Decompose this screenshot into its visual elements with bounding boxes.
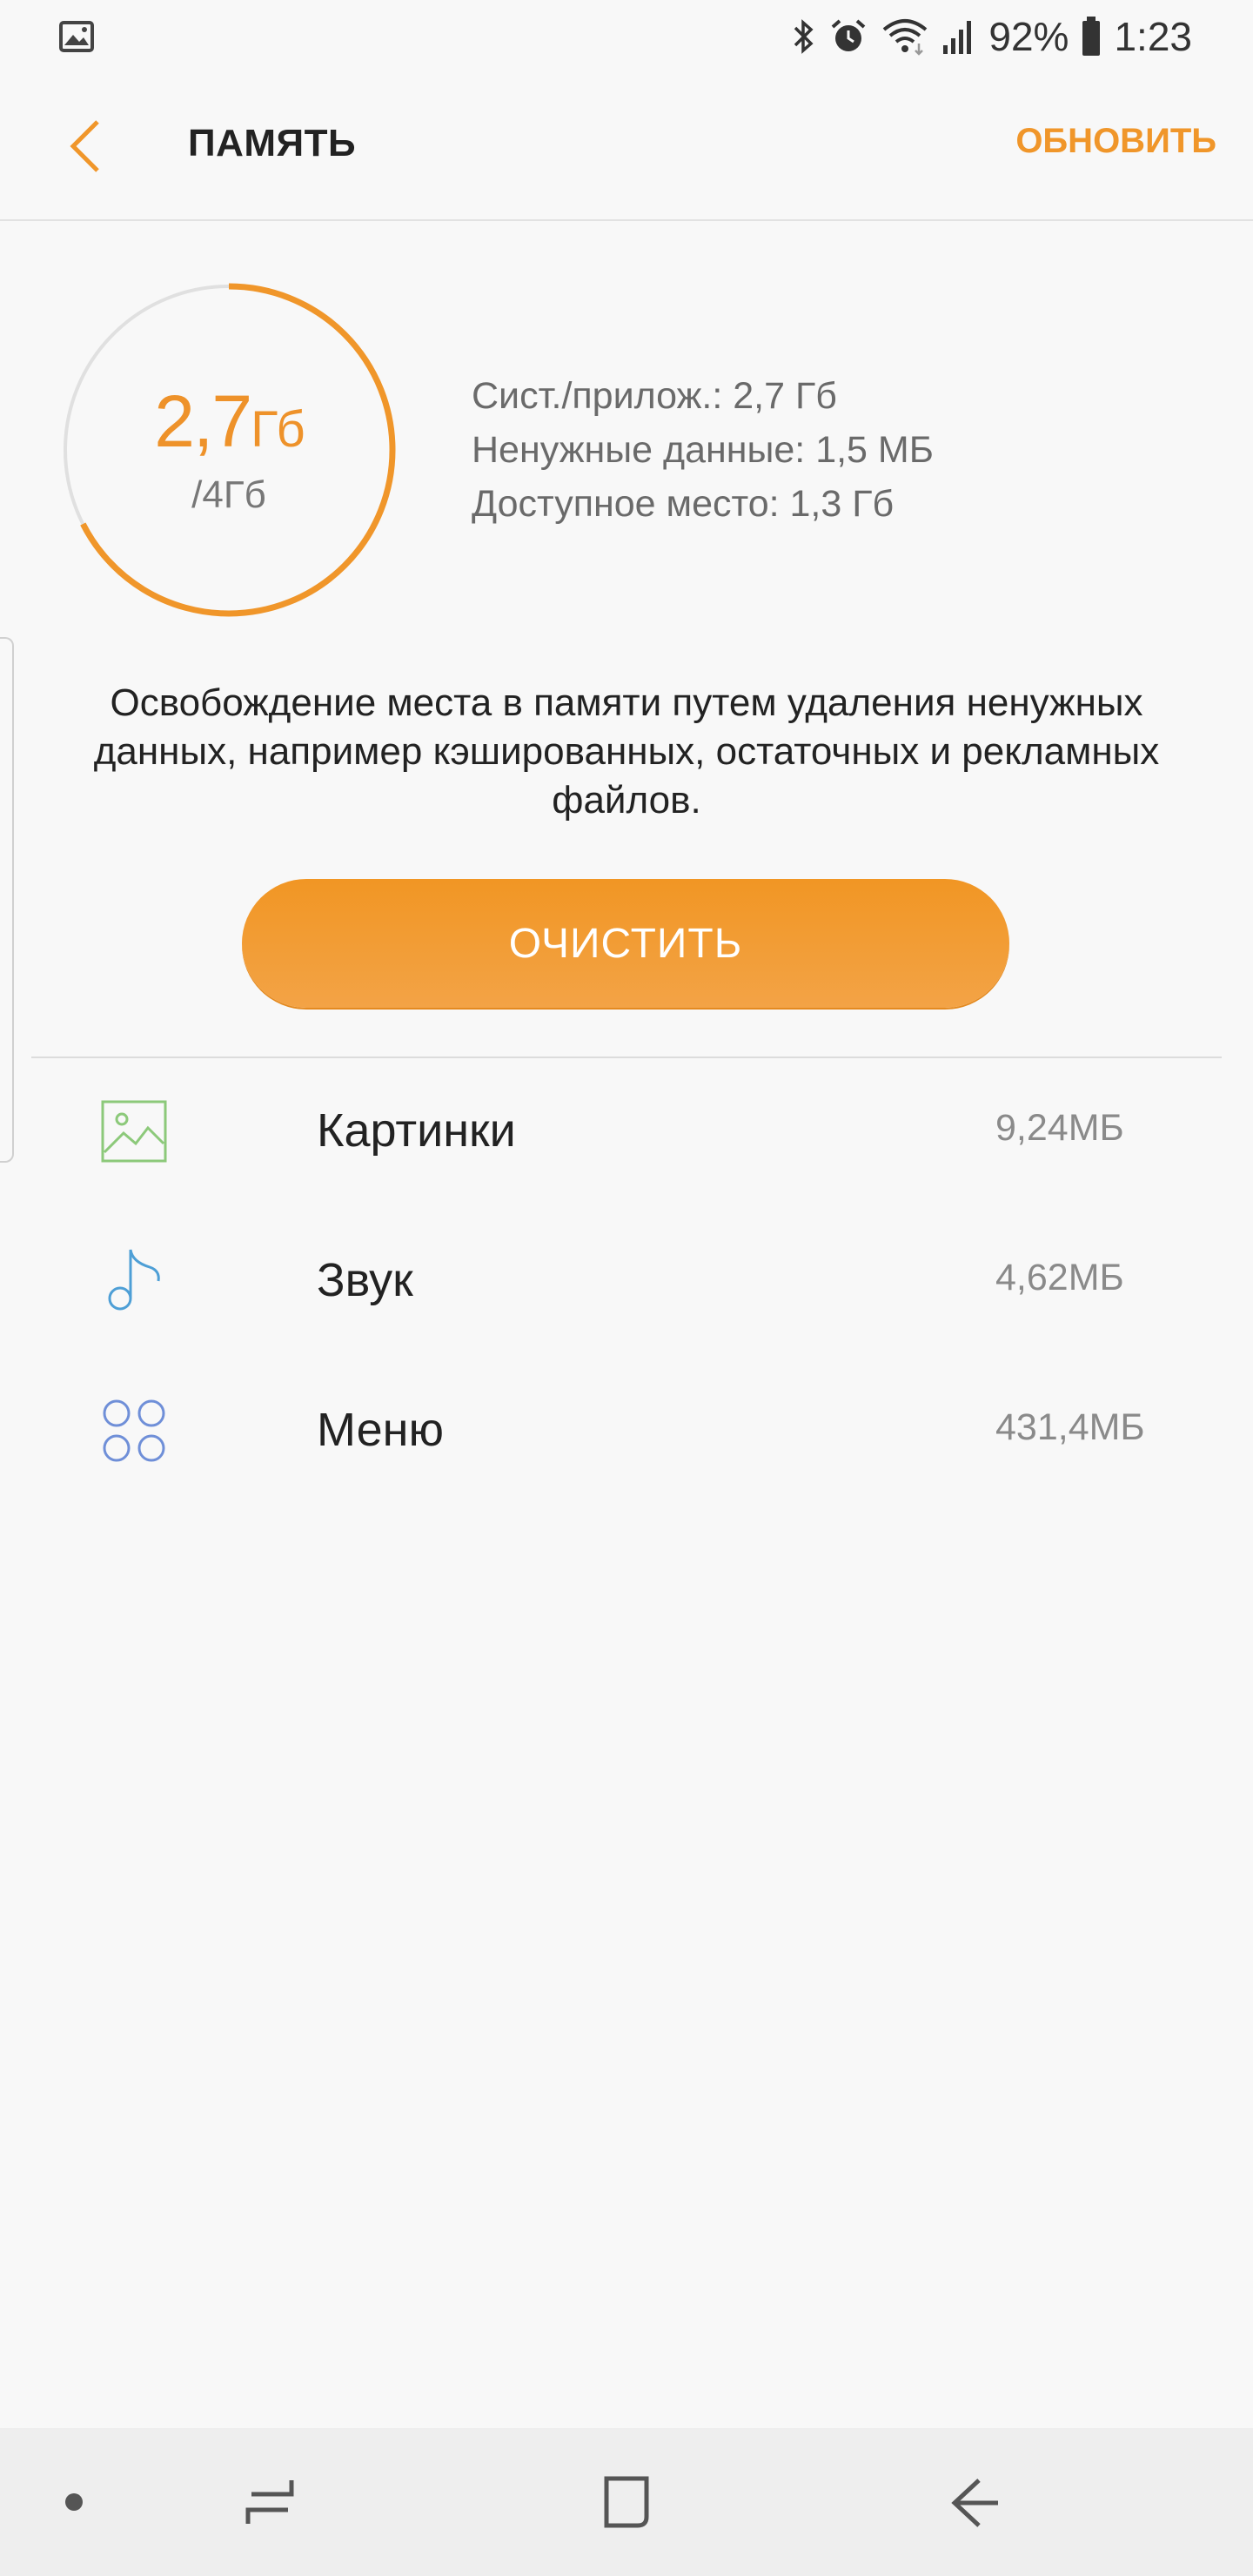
page-title: ПАМЯТЬ [188, 122, 357, 164]
home-icon [604, 2476, 649, 2528]
list-item-size: 431,4МБ [995, 1406, 1145, 1448]
list-item-size: 4,62МБ [995, 1257, 1124, 1298]
status-icons: 92% 1:23 [792, 9, 1192, 64]
storage-stats: Сист./прилож.: 2,7 Гб Ненужные данные: 1… [472, 369, 934, 531]
list-item-audio[interactable]: Звук 4,62МБ [0, 1208, 1253, 1358]
apps-grid-icon [103, 1399, 165, 1462]
back-button[interactable] [52, 108, 122, 184]
battery-percent: 92% [988, 14, 1069, 59]
total-storage: /4Гб [191, 473, 266, 516]
nav-dot-button[interactable] [35, 2428, 113, 2576]
stat-available-space: Доступное место: 1,3 Гб [472, 483, 895, 525]
navigation-bar [0, 2428, 1253, 2576]
list-item-images[interactable]: Картинки 9,24МБ [0, 1058, 1253, 1208]
back-nav-button[interactable] [914, 2428, 1035, 2576]
storage-usage-ring: 2,7Гб /4Гб [59, 280, 399, 620]
clock: 1:23 [1114, 14, 1192, 59]
chevron-left-icon [70, 120, 99, 172]
list-item-apps[interactable]: Меню 431,4МБ [0, 1358, 1253, 1507]
music-note-icon [108, 1249, 160, 1311]
back-arrow-icon [951, 2479, 998, 2527]
list-item-label: Картинки [317, 1104, 516, 1157]
list-item-label: Меню [317, 1404, 444, 1456]
image-icon [101, 1100, 167, 1163]
clean-button[interactable]: ОЧИСТИТЬ [242, 879, 1009, 1008]
app-bar: ПАМЯТЬ ОБНОВИТЬ [0, 73, 1253, 221]
used-storage: 2,7Гб [59, 378, 399, 473]
bluetooth-icon [794, 19, 814, 54]
stat-system-apps: Сист./прилож.: 2,7 Гб [472, 375, 837, 417]
list-item-label: Звук [317, 1254, 413, 1306]
refresh-button[interactable]: ОБНОВИТЬ [1015, 122, 1216, 161]
ring-text: 2,7Гб /4Гб [59, 280, 399, 620]
image-notification-icon [59, 21, 94, 52]
used-storage-value: 2,7 [154, 380, 252, 462]
used-storage-unit: Гб [251, 401, 305, 458]
wifi-icon [883, 19, 928, 56]
list-item-size: 9,24МБ [995, 1107, 1124, 1149]
status-bar: 92% 1:23 [0, 0, 1253, 73]
dot-icon [65, 2493, 83, 2511]
battery-icon [1082, 17, 1101, 56]
stat-junk-data: Ненужные данные: 1,5 МБ [472, 429, 934, 471]
signal-icon [943, 21, 972, 54]
alarm-icon [832, 19, 866, 51]
recent-apps-icon [245, 2480, 294, 2524]
recent-apps-button[interactable] [218, 2428, 322, 2576]
cleanup-description: Освобождение места в памяти путем удален… [93, 681, 1160, 822]
home-button[interactable] [566, 2428, 687, 2576]
